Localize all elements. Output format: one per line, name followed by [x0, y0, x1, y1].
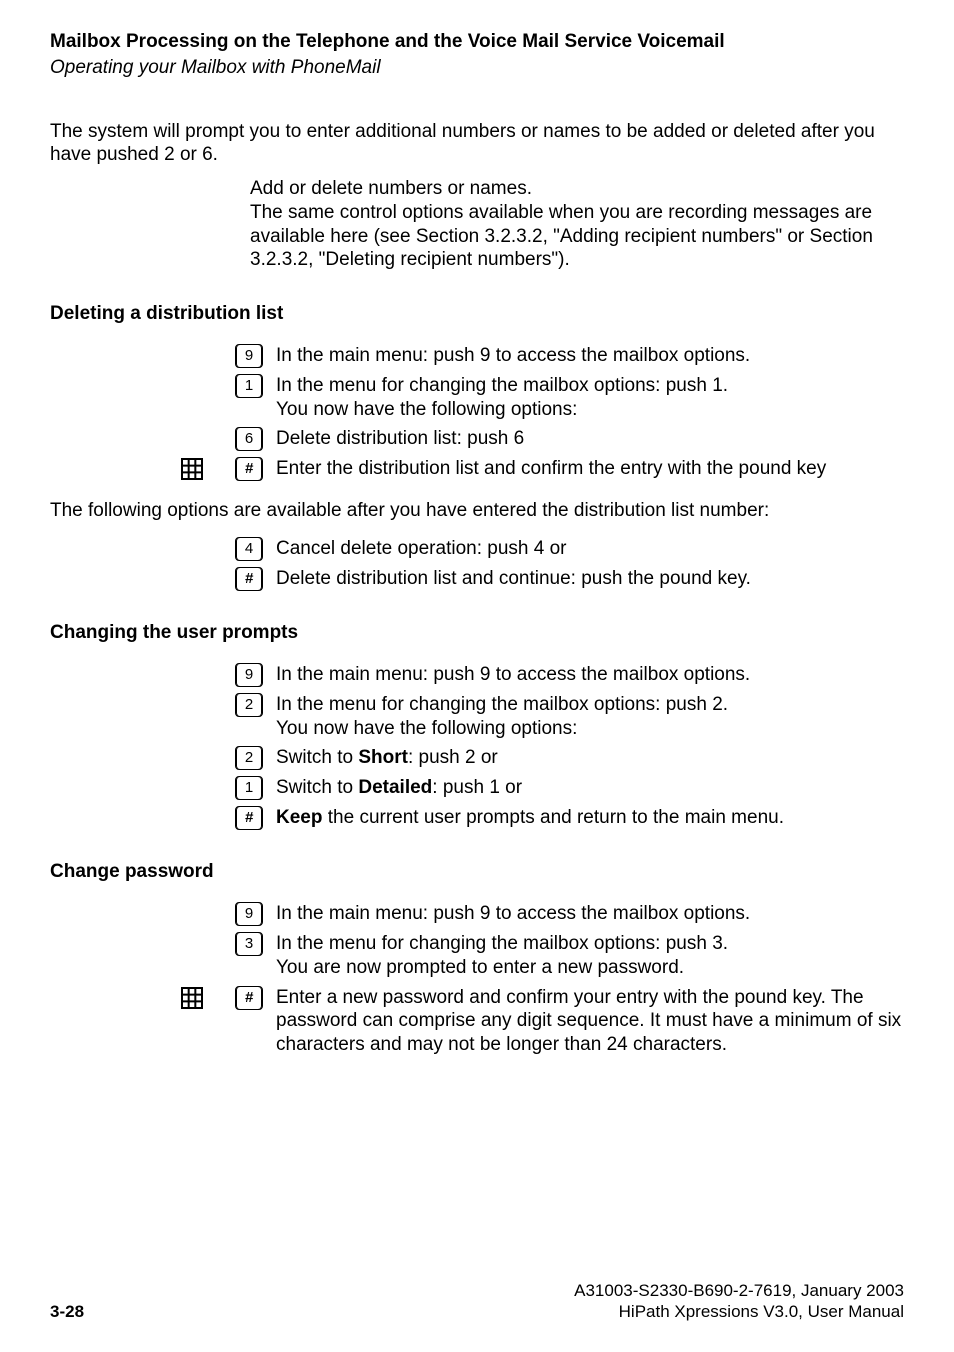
- keypad-grid-icon: [180, 457, 204, 481]
- step-suffix: : push 1 or: [432, 777, 522, 798]
- step-row: # Enter a new password and confirm your …: [50, 986, 904, 1057]
- deleting-after-text: The following options are available afte…: [50, 499, 904, 523]
- key-2-icon: 2: [235, 693, 263, 717]
- step-row: 9 In the main menu: push 9 to access the…: [50, 344, 904, 368]
- key-2-icon: 2: [235, 746, 263, 770]
- step-suffix: : push 2 or: [408, 747, 498, 768]
- step-row: 4 Cancel delete operation: push 4 or: [50, 537, 904, 561]
- step-prefix: Switch to: [276, 777, 358, 798]
- step-row: 2 Switch to Short: push 2 or: [50, 746, 904, 770]
- key-1-icon: 1: [235, 776, 263, 800]
- step-text: Enter a new password and confirm your en…: [268, 986, 904, 1057]
- step-text: Switch to Detailed: push 1 or: [268, 776, 904, 800]
- page-number: 3-28: [50, 1301, 84, 1322]
- key-4-icon: 4: [235, 537, 263, 561]
- step-row: 3 In the menu for changing the mailbox o…: [50, 932, 904, 980]
- step-text: In the menu for changing the mailbox opt…: [268, 932, 904, 980]
- step-text: In the main menu: push 9 to access the m…: [268, 663, 904, 687]
- step-text: In the main menu: push 9 to access the m…: [268, 344, 904, 368]
- step-row: 9 In the main menu: push 9 to access the…: [50, 663, 904, 687]
- add-delete-line: Add or delete numbers or names.: [250, 177, 904, 201]
- footer-docnum: A31003-S2330-B690-2-7619, January 2003: [574, 1280, 904, 1301]
- page-header-subtitle: Operating your Mailbox with PhoneMail: [50, 56, 904, 80]
- step-text: Keep the current user prompts and return…: [268, 806, 904, 830]
- step-row: 2 In the menu for changing the mailbox o…: [50, 693, 904, 741]
- keypad-grid-icon: [180, 986, 204, 1010]
- key-6-icon: 6: [235, 427, 263, 451]
- step-text: Cancel delete operation: push 4 or: [268, 537, 904, 561]
- options-paragraph: The same control options available when …: [250, 201, 904, 272]
- step-bold: Short: [358, 747, 408, 768]
- step-text: Enter the distribution list and confirm …: [268, 457, 904, 481]
- key-9-icon: 9: [235, 344, 263, 368]
- step-text: Delete distribution list and continue: p…: [268, 567, 904, 591]
- heading-deleting: Deleting a distribution list: [50, 302, 904, 326]
- key-9-icon: 9: [235, 663, 263, 687]
- key-3-icon: 3: [235, 932, 263, 956]
- step-text: In the menu for changing the mailbox opt…: [268, 693, 904, 741]
- step-text: Switch to Short: push 2 or: [268, 746, 904, 770]
- key-hash-icon: #: [235, 806, 263, 830]
- key-1-icon: 1: [235, 374, 263, 398]
- page-header-title: Mailbox Processing on the Telephone and …: [50, 30, 904, 54]
- heading-changing: Changing the user prompts: [50, 621, 904, 645]
- step-row: 1 Switch to Detailed: push 1 or: [50, 776, 904, 800]
- step-row: 1 In the menu for changing the mailbox o…: [50, 374, 904, 422]
- step-text: In the main menu: push 9 to access the m…: [268, 902, 904, 926]
- step-suffix: the current user prompts and return to t…: [322, 807, 784, 828]
- step-row: 6 Delete distribution list: push 6: [50, 427, 904, 451]
- key-hash-icon: #: [235, 457, 263, 481]
- step-bold: Detailed: [358, 777, 432, 798]
- key-hash-icon: #: [235, 986, 263, 1010]
- intro-paragraph: The system will prompt you to enter addi…: [50, 120, 904, 168]
- key-9-icon: 9: [235, 902, 263, 926]
- step-prefix: Switch to: [276, 747, 358, 768]
- step-text: Delete distribution list: push 6: [268, 427, 904, 451]
- step-row: # Enter the distribution list and confir…: [50, 457, 904, 481]
- step-row: # Delete distribution list and continue:…: [50, 567, 904, 591]
- step-row: 9 In the main menu: push 9 to access the…: [50, 902, 904, 926]
- step-bold: Keep: [276, 807, 322, 828]
- page-footer: 3-28 A31003-S2330-B690-2-7619, January 2…: [50, 1280, 904, 1323]
- heading-password: Change password: [50, 860, 904, 884]
- key-hash-icon: #: [235, 567, 263, 591]
- step-text: In the menu for changing the mailbox opt…: [268, 374, 904, 422]
- footer-docname: HiPath Xpressions V3.0, User Manual: [574, 1301, 904, 1322]
- step-row: # Keep the current user prompts and retu…: [50, 806, 904, 830]
